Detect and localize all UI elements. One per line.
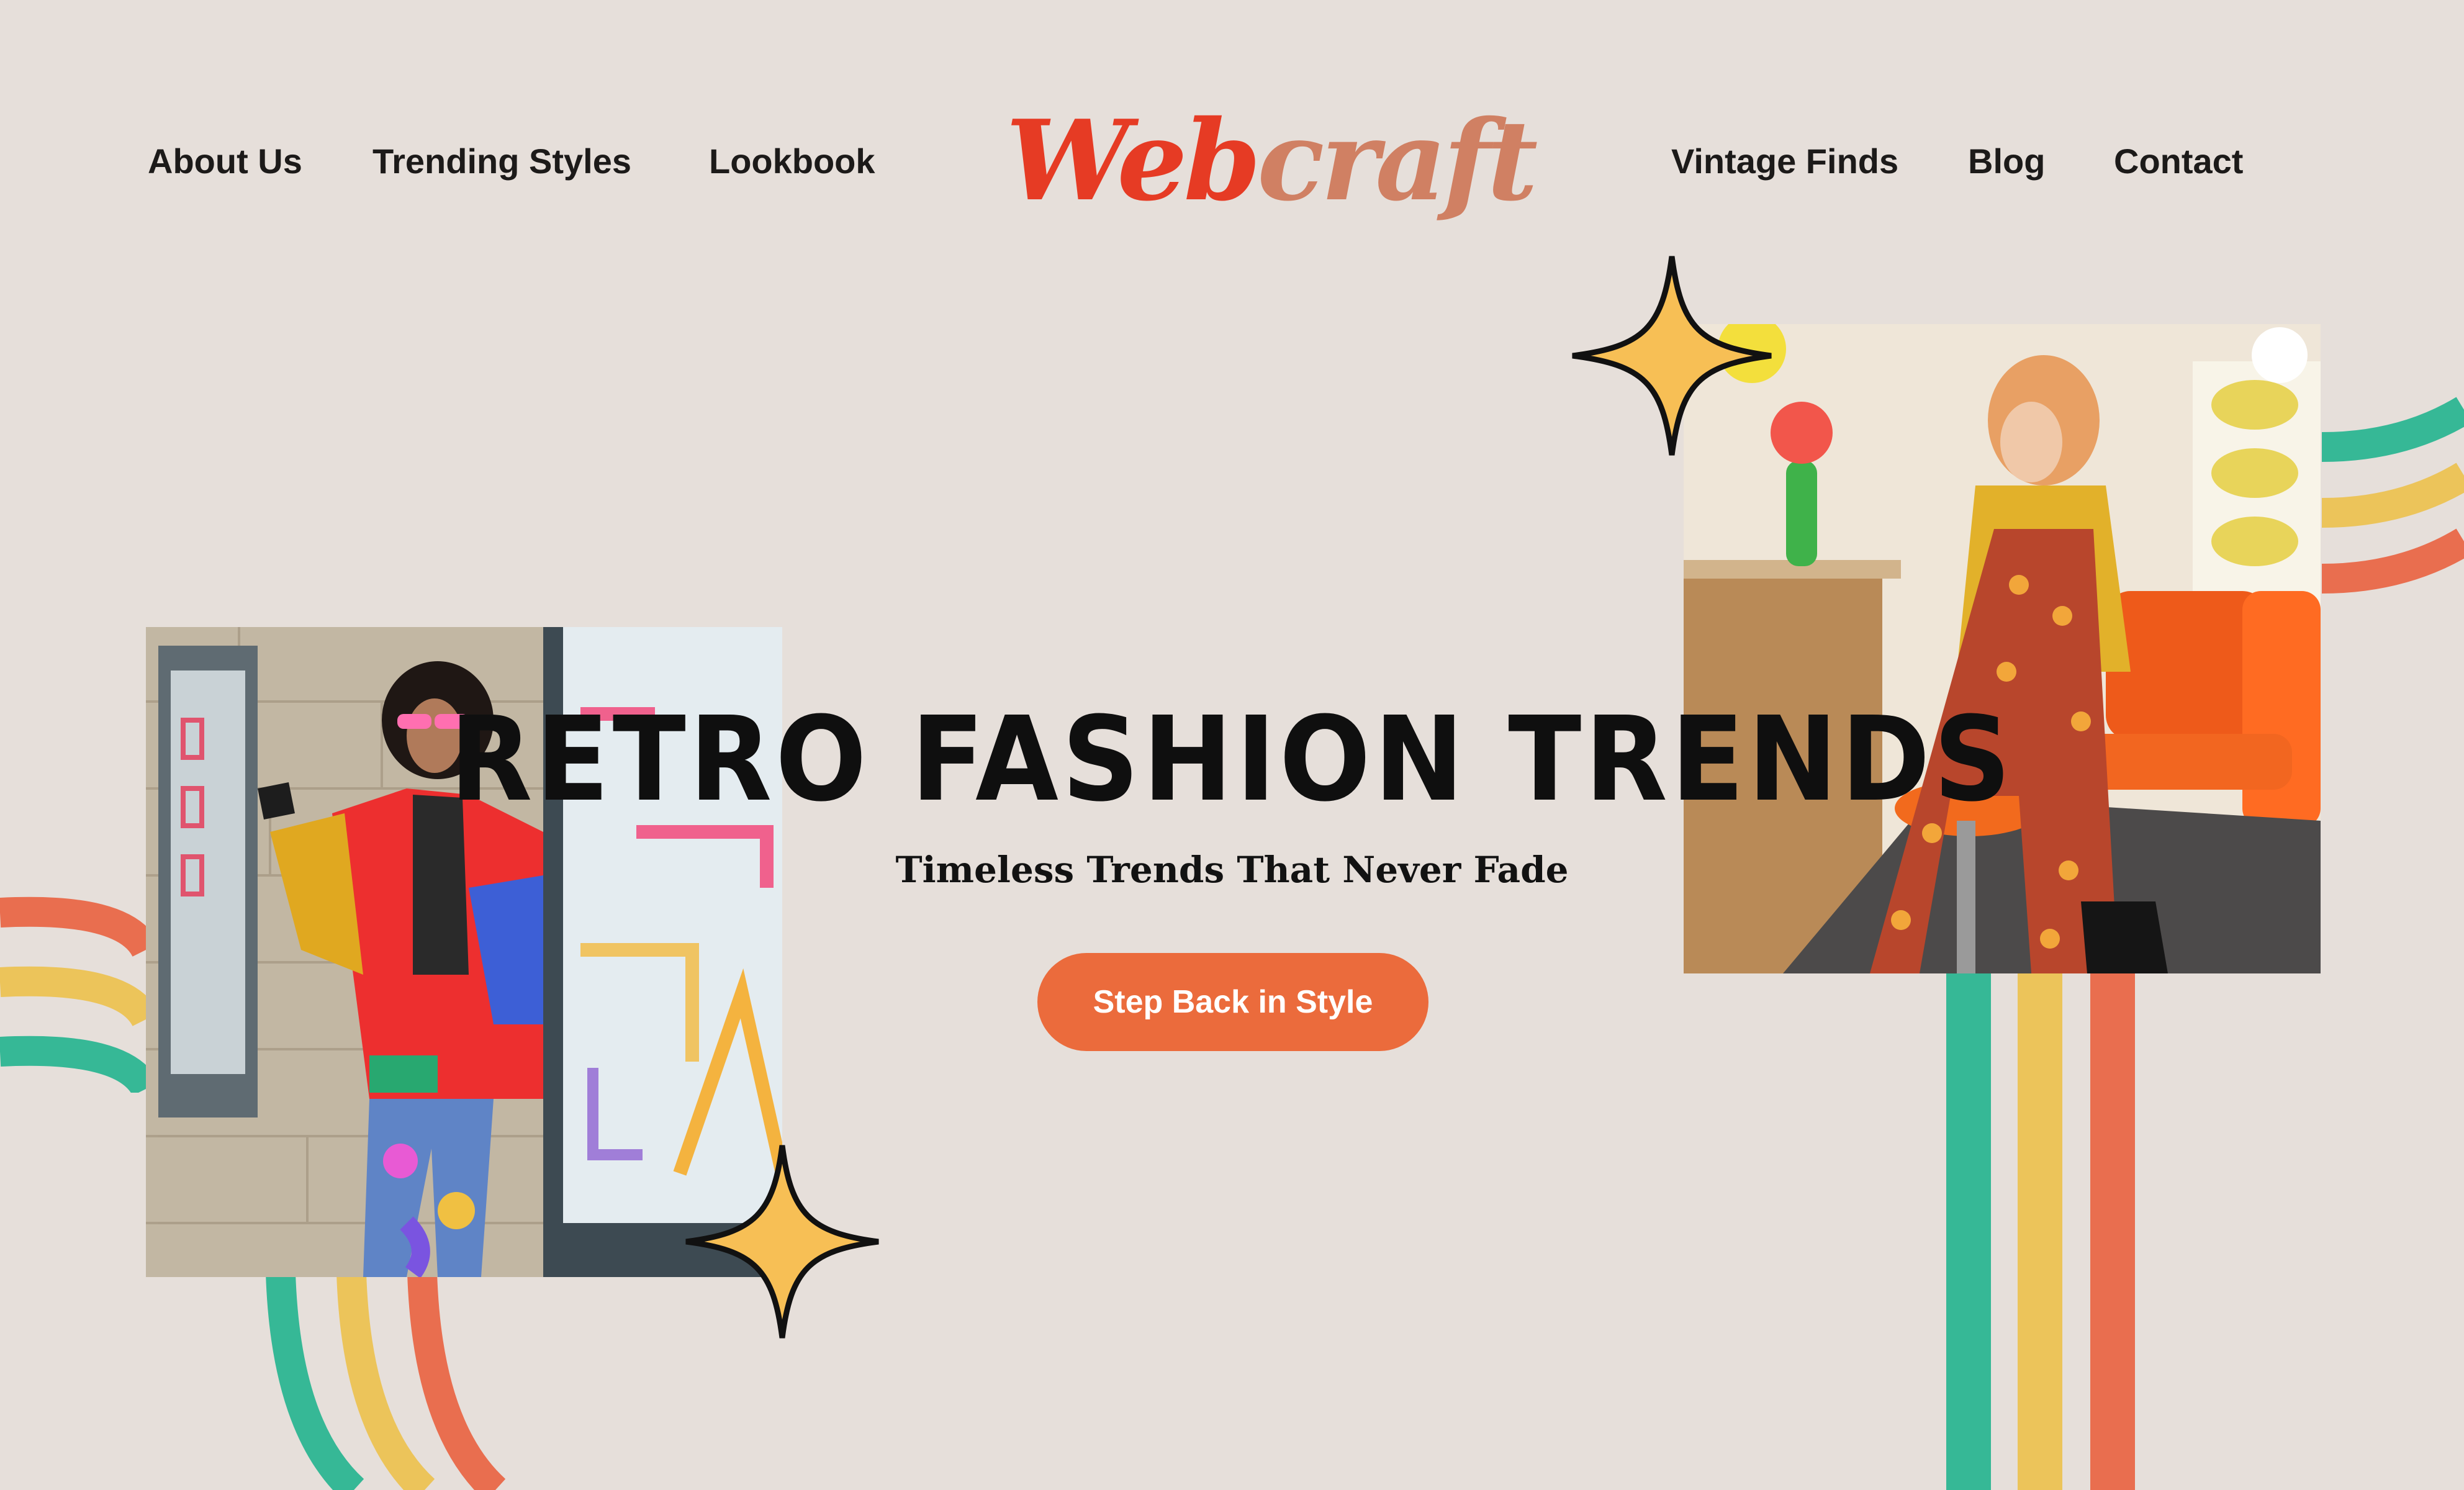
hero-title: RETRO FASHION TRENDS: [449, 692, 2015, 828]
brand-logo[interactable]: Webcraft: [1006, 106, 1538, 216]
logo-part-web: Web: [1006, 96, 1261, 225]
vertical-stripes-decoration: [1946, 968, 2139, 1490]
right-stripes-decoration: [2321, 397, 2464, 594]
nav-blog[interactable]: Blog: [1968, 144, 2045, 179]
sparkle-star-icon: [685, 1145, 879, 1339]
hero-subtitle: Timeless Trends That Never Fade: [895, 849, 1569, 891]
nav-contact[interactable]: Contact: [2114, 144, 2243, 179]
bottom-left-stripes-decoration: [266, 1273, 506, 1490]
logo-part-craft: craft: [1257, 96, 1538, 225]
sparkle-star-icon: [1572, 256, 1772, 456]
nav-vintage-finds[interactable]: Vintage Finds: [1671, 144, 1898, 179]
left-stripes-decoration: [0, 896, 149, 1093]
nav-about-us[interactable]: About Us: [148, 144, 302, 179]
nav-trending-styles[interactable]: Trending Styles: [372, 144, 631, 179]
step-back-in-style-button[interactable]: Step Back in Style: [1037, 953, 1428, 1051]
nav-lookbook[interactable]: Lookbook: [709, 144, 875, 179]
